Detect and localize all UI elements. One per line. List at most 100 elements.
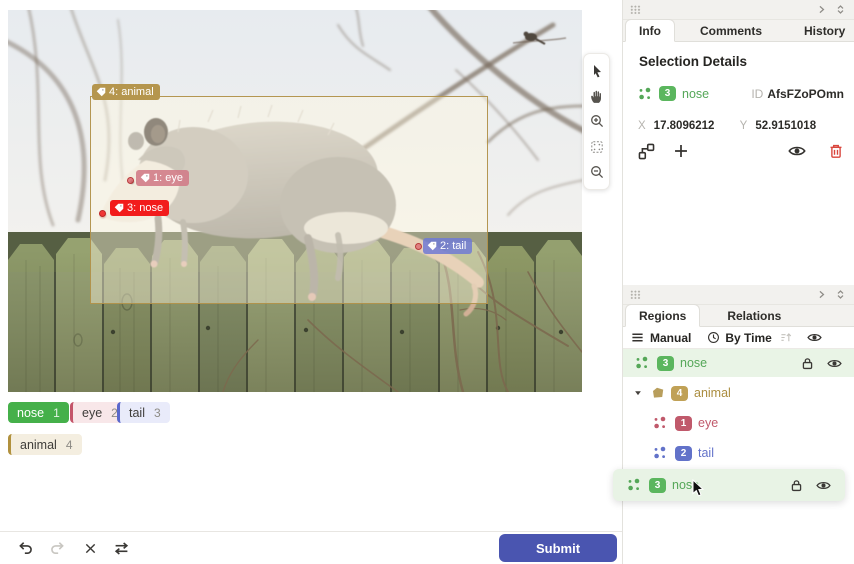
tab-regions[interactable]: Regions	[625, 304, 700, 327]
x-value: 17.8096212	[654, 120, 726, 132]
region-row-nose-dragging[interactable]: 3 nose	[613, 469, 845, 501]
tab-relations[interactable]: Relations	[714, 305, 794, 326]
clock-icon[interactable]	[707, 331, 720, 344]
selection-details-title: Selection Details	[639, 54, 747, 69]
chevron-right-icon[interactable]	[816, 4, 827, 15]
image-toolbar	[583, 53, 610, 190]
swap-arrows-icon	[114, 541, 129, 556]
bottom-toolbar: Submit	[0, 531, 622, 564]
visibility-icon[interactable]	[788, 142, 806, 160]
region-actions-row	[638, 141, 844, 161]
relations-icon[interactable]	[638, 143, 655, 160]
group-menu-icon[interactable]	[631, 331, 644, 344]
keypoints-icon	[635, 356, 649, 370]
tag-icon	[96, 87, 106, 97]
annotation-app: 4: animal 1: eye 3: nose 2: tail nose 1 …	[0, 0, 854, 564]
region-row-tail[interactable]: 2 tail	[623, 439, 854, 467]
y-value: 52.9151018	[755, 120, 825, 132]
fit-screen-icon	[590, 140, 604, 154]
region-row-eye[interactable]: 1 eye	[623, 409, 854, 437]
label-chip-text: tail	[129, 406, 145, 420]
eye-icon[interactable]	[827, 356, 842, 371]
region-row-nose[interactable]: 3 nose	[623, 349, 854, 377]
region-badge: 2	[675, 446, 692, 461]
undo-icon	[18, 541, 33, 556]
eye-keypoint[interactable]	[127, 177, 134, 184]
tail-keypoint-label[interactable]: 2: tail	[423, 238, 472, 254]
info-panel-header	[623, 0, 854, 20]
tab-label: History	[804, 24, 845, 38]
label-chip-text: eye	[82, 406, 102, 420]
region-label: tail	[698, 446, 714, 460]
region-badge: 3	[659, 86, 676, 101]
info-tabbar: Info Comments History	[623, 20, 854, 42]
collapse-panel-icon[interactable]	[835, 4, 846, 15]
tab-history[interactable]: History	[791, 20, 854, 41]
group-by-button[interactable]: Manual	[650, 331, 691, 345]
zoom-out-button[interactable]	[585, 161, 608, 184]
tag-icon	[114, 203, 124, 213]
collapse-panel-icon[interactable]	[835, 289, 846, 300]
regions-toolbar: Manual By Time	[623, 327, 854, 349]
keypoints-icon	[627, 478, 641, 492]
chevron-right-icon[interactable]	[816, 289, 827, 300]
swap-button[interactable]	[112, 539, 130, 557]
add-relation-icon[interactable]	[673, 143, 689, 159]
drag-handle-icon[interactable]	[630, 290, 641, 299]
close-icon	[84, 542, 97, 555]
zoom-out-icon	[590, 165, 604, 179]
region-label: eye	[698, 416, 718, 430]
reset-button[interactable]	[81, 539, 99, 557]
region-name: nose	[682, 87, 709, 101]
label-chip-tail[interactable]: tail 3	[117, 402, 170, 423]
side-panel: Info Comments History Selection Details …	[622, 0, 854, 564]
hand-icon	[589, 89, 604, 104]
label-chip-animal[interactable]: animal 4	[8, 434, 82, 455]
submit-button[interactable]: Submit	[499, 534, 617, 562]
tab-info[interactable]: Info	[625, 19, 675, 42]
select-tool-button[interactable]	[585, 59, 608, 82]
drag-handle-icon[interactable]	[630, 5, 641, 14]
animal-box-label[interactable]: 4: animal	[92, 84, 160, 100]
nose-keypoint-label[interactable]: 3: nose	[110, 200, 169, 216]
zoom-in-button[interactable]	[585, 110, 608, 133]
zoom-in-icon	[590, 114, 604, 128]
coordinates-row: X 17.8096212 Y 52.9151018	[638, 120, 825, 132]
region-row-animal[interactable]: 4 animal	[623, 379, 854, 407]
eye-keypoint-label[interactable]: 1: eye	[136, 170, 189, 186]
eye-keypoint-label-text: 1: eye	[153, 170, 183, 186]
caret-down-icon[interactable]	[633, 388, 643, 398]
lock-icon[interactable]	[790, 479, 803, 492]
tab-comments[interactable]: Comments	[687, 20, 775, 41]
undo-button[interactable]	[16, 539, 34, 557]
mouse-cursor	[692, 479, 704, 497]
redo-button[interactable]	[48, 539, 66, 557]
label-chip-nose[interactable]: nose 1	[8, 402, 69, 423]
region-label: nose	[680, 356, 707, 370]
tab-label: Regions	[639, 309, 686, 323]
animal-box-label-text: 4: animal	[109, 84, 154, 100]
tail-keypoint[interactable]	[415, 243, 422, 250]
lock-icon[interactable]	[801, 357, 814, 370]
fit-screen-button[interactable]	[585, 135, 608, 158]
eye-icon[interactable]	[816, 478, 831, 493]
id-value: AfsFZoPOmn	[767, 87, 844, 101]
toggle-all-visibility-icon[interactable]	[807, 330, 822, 345]
order-by-button[interactable]: By Time	[725, 331, 771, 345]
delete-region-icon[interactable]	[828, 143, 844, 159]
keypoints-icon	[653, 446, 667, 460]
region-badge: 1	[675, 416, 692, 431]
region-id: ID AfsFZoPOmn	[751, 87, 844, 101]
label-chip-hotkey: 1	[53, 406, 60, 420]
pan-tool-button[interactable]	[585, 85, 608, 108]
keypoints-icon	[653, 416, 667, 430]
label-chip-hotkey: 3	[154, 406, 161, 420]
regions-pane: Regions Relations Manual By Time 3 nose	[623, 285, 854, 564]
regions-tabbar: Regions Relations	[623, 305, 854, 327]
tag-icon	[140, 173, 150, 183]
annotation-image[interactable]: 4: animal 1: eye 3: nose 2: tail	[8, 10, 582, 392]
sort-direction-icon[interactable]	[780, 331, 793, 344]
nose-keypoint-label-text: 3: nose	[127, 200, 163, 216]
nose-keypoint[interactable]	[99, 210, 106, 217]
x-label: X	[638, 120, 646, 132]
